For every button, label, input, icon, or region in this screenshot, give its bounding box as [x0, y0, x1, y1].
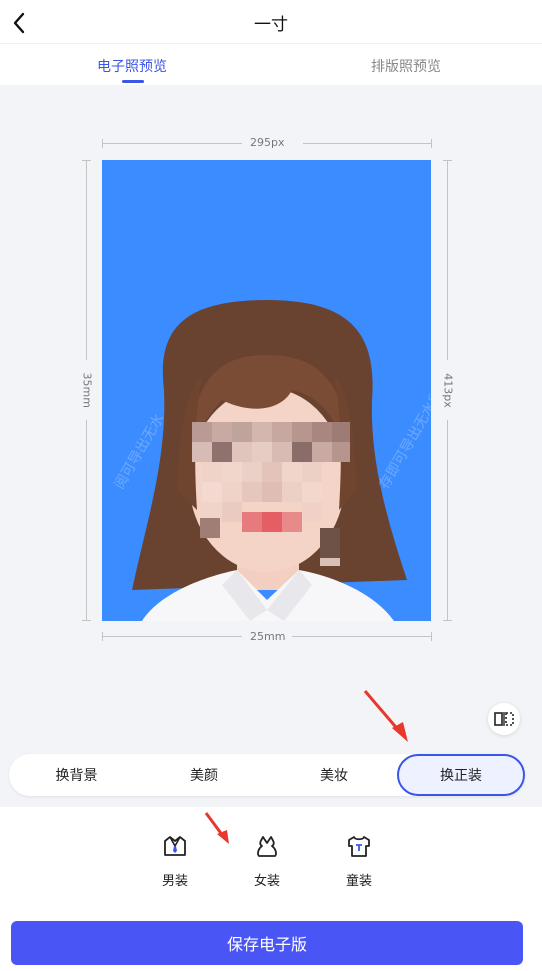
dimension-tick — [443, 620, 452, 621]
width-px-label: 295px — [250, 136, 285, 149]
tool-beauty[interactable]: 美颜 — [139, 754, 269, 796]
outfit-label: 男装 — [161, 874, 188, 889]
tool-change-formal-wear[interactable]: 换正装 — [397, 754, 525, 796]
outfit-label: 女装 — [253, 874, 280, 889]
dimension-line — [86, 160, 87, 360]
save-electronic-button[interactable]: 保存电子版 — [11, 921, 523, 965]
flip-icon — [494, 712, 514, 726]
dimension-line — [447, 420, 448, 620]
edit-tool-bar: 换背景 美颜 美妆 换正装 — [9, 754, 525, 796]
active-tab-indicator — [122, 80, 144, 83]
height-px-label: 413px — [441, 373, 455, 408]
width-mm-label: 25mm — [250, 630, 286, 643]
annotation-arrow-icon — [363, 690, 408, 742]
tab-layout-preview[interactable]: 排版照预览 — [371, 56, 441, 76]
tab-electronic-preview[interactable]: 电子照预览 — [97, 56, 167, 76]
tool-label: 换背景 — [55, 768, 98, 784]
outfit-men[interactable]: 男装 — [150, 834, 200, 889]
tool-label: 美妆 — [320, 768, 348, 784]
tool-label: 美颜 — [190, 768, 218, 784]
dimension-tick — [431, 632, 432, 641]
annotation-arrow-icon — [204, 812, 229, 844]
page-title: 一寸 — [254, 15, 288, 35]
svg-text:存即可导出无水印照片: 存即可导出无水印照片 — [377, 363, 431, 492]
dimension-line — [86, 420, 87, 620]
mens-suit-icon — [164, 836, 186, 856]
dimension-line — [447, 160, 448, 360]
dimension-tick — [82, 620, 91, 621]
outfit-label: 童装 — [345, 874, 372, 889]
portrait-image: 阅可导出无水 存即可导出无水印照片 — [112, 300, 431, 621]
dimension-line — [292, 636, 431, 637]
dimension-line — [102, 636, 242, 637]
app-header: 一寸 — [0, 0, 542, 44]
tool-makeup[interactable]: 美妆 — [269, 754, 399, 796]
preview-tabs: 电子照预览 排版照预览 — [0, 44, 542, 85]
dimension-tick — [431, 139, 432, 148]
outfit-kids[interactable]: 童装 — [334, 834, 384, 889]
dimension-line — [303, 143, 431, 144]
tool-change-background[interactable]: 换背景 — [9, 754, 144, 796]
height-mm-label: 35mm — [80, 372, 94, 408]
womens-suit-icon — [257, 836, 277, 857]
mirror-flip-button[interactable] — [488, 703, 520, 735]
id-photo: 阅可导出无水 存即可导出无水印照片 — [102, 160, 431, 621]
kids-suit-icon — [348, 836, 370, 857]
tool-label: 换正装 — [440, 768, 482, 784]
dimension-line — [102, 143, 242, 144]
outfit-women[interactable]: 女装 — [242, 834, 292, 889]
save-button-label: 保存电子版 — [226, 935, 307, 954]
